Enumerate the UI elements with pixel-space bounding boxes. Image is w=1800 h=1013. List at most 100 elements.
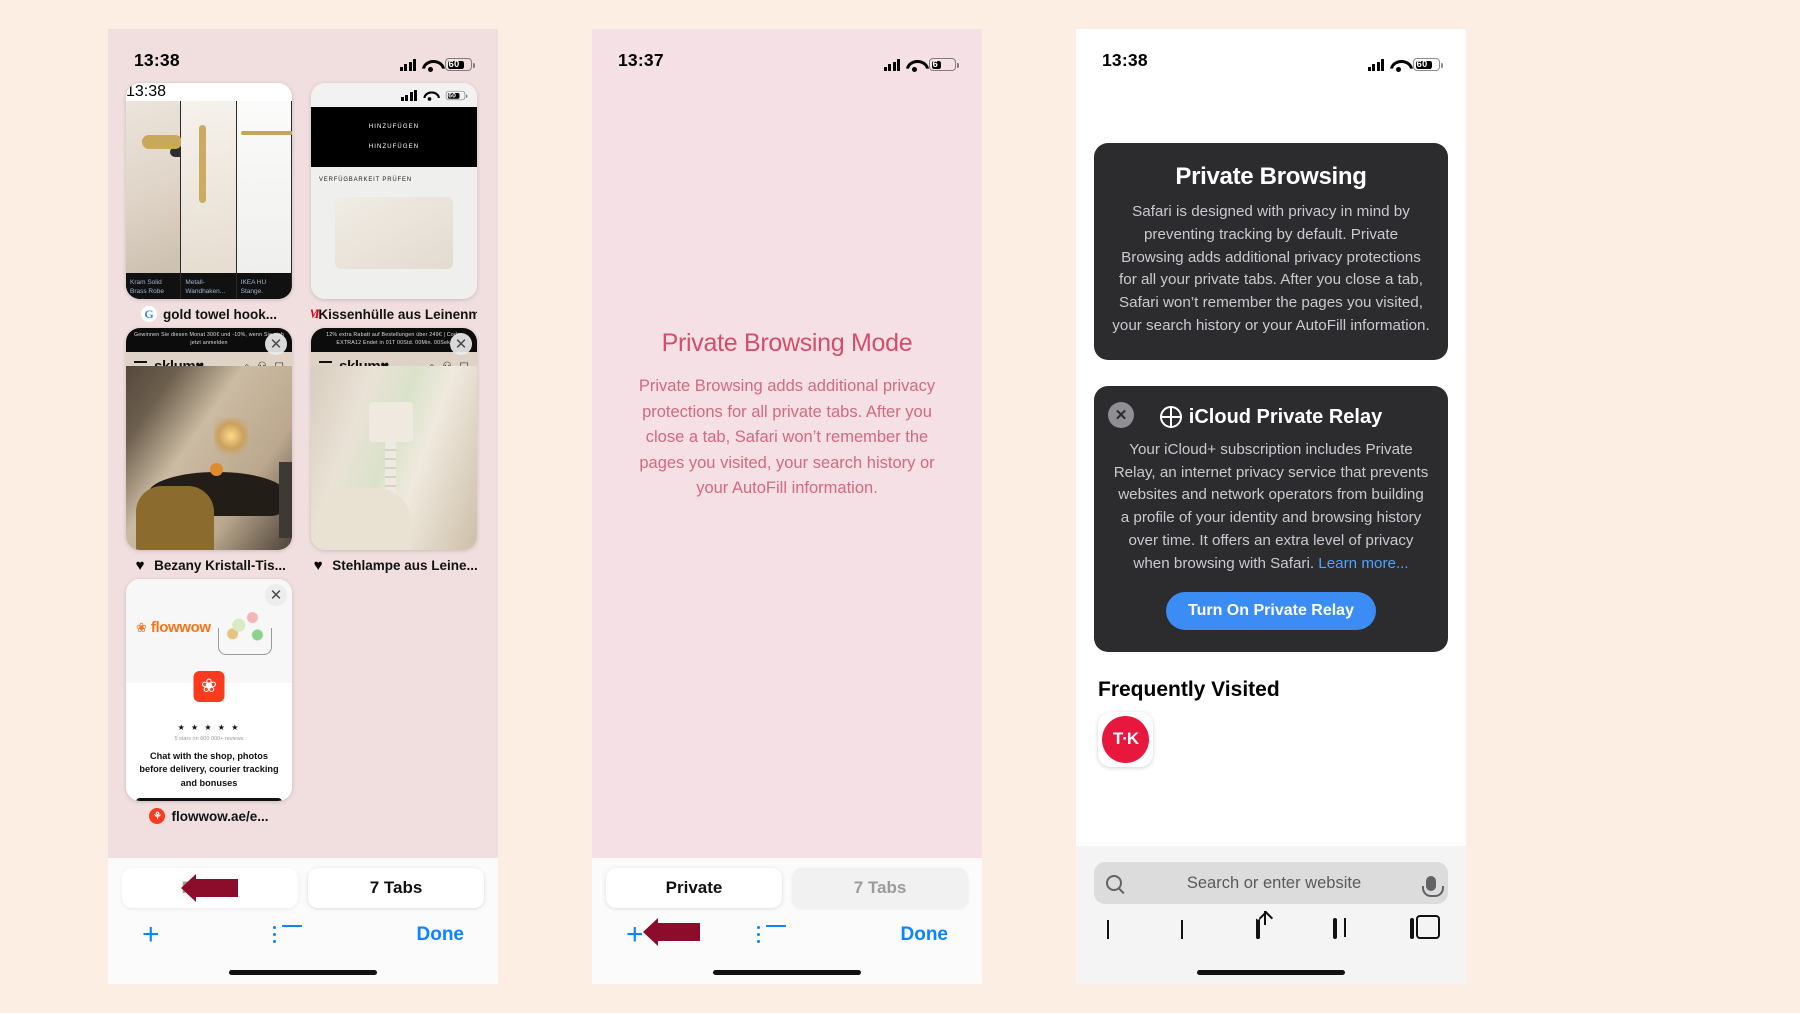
turn-on-private-relay-button[interactable]: Turn On Private Relay bbox=[1166, 591, 1376, 630]
status-time: 13:38 bbox=[134, 50, 180, 70]
side-promo-tab[interactable] bbox=[279, 462, 292, 538]
back-chevron-icon[interactable] bbox=[1102, 920, 1132, 946]
microphone-icon[interactable] bbox=[1422, 875, 1444, 897]
phone2-screen: 13:37 6 Private Browsing Mode Private Br… bbox=[592, 29, 982, 984]
battery-icon: 60 bbox=[445, 90, 468, 100]
heart-icon: ♥ bbox=[135, 557, 145, 573]
screenshot-canvas: 13:38 60 13:38 Kram Solid Brass Robe Met… bbox=[0, 0, 1800, 1013]
add-tab-icon[interactable]: + bbox=[626, 918, 644, 951]
status-indicators: 6 bbox=[883, 58, 959, 72]
private-mode-button[interactable]: Private bbox=[606, 868, 782, 908]
search-icon bbox=[1106, 875, 1122, 891]
wifi-icon bbox=[1390, 59, 1407, 72]
google-icon: G bbox=[141, 306, 157, 322]
phone3-screen: 13:38 60 Private Browsing Safari is desi… bbox=[1076, 29, 1466, 984]
thumb-black-band: HINZUFÜGEN HINZUFÜGEN bbox=[311, 107, 477, 167]
bottom-toolbar: Private 7 Tabs + Done bbox=[108, 858, 498, 984]
tab-card[interactable]: 60 HINZUFÜGEN HINZUFÜGEN VERFÜGBARKEIT P… bbox=[311, 83, 477, 322]
tab-thumbnail[interactable]: 13:38 Kram Solid Brass Robe Hook Metall-… bbox=[126, 83, 292, 299]
search-input[interactable]: Search or enter website bbox=[1130, 874, 1418, 893]
tab-label: ♥ Bezany Kristall-Tis... bbox=[126, 557, 292, 573]
tab-label: ⚘ flowwow.ae/e... bbox=[126, 808, 292, 824]
share-icon[interactable] bbox=[1256, 918, 1286, 946]
thumb-caption: IKEA HU Stange. bbox=[236, 273, 291, 299]
done-button[interactable]: Done bbox=[417, 924, 465, 946]
status-indicators: 60 bbox=[1367, 58, 1443, 72]
tab-card[interactable]: ✕ 12% extra Rabatt auf Bestellungen über… bbox=[311, 328, 477, 573]
bottom-toolbar: Private 7 Tabs + Done bbox=[592, 858, 982, 984]
tab-grid: 13:38 Kram Solid Brass Robe Hook Metall-… bbox=[108, 77, 498, 824]
status-bar: 13:37 6 bbox=[592, 29, 982, 77]
tab-thumbnail[interactable]: ✕ Gewinnen Sie diesen Monat 300€ und -10… bbox=[126, 328, 292, 550]
phone-screenshot-private-empty: 13:37 6 Private Browsing Mode Private Br… bbox=[592, 29, 982, 984]
battery-icon: 60 bbox=[445, 58, 475, 71]
status-time: 13:37 bbox=[618, 50, 664, 70]
browser-nav-bar bbox=[1076, 904, 1466, 946]
forward-chevron-icon[interactable] bbox=[1179, 920, 1209, 946]
wifi-icon bbox=[423, 91, 435, 101]
app-icon: ❀ bbox=[193, 671, 225, 702]
availability-label: VERFÜGBARKEIT PRÜFEN bbox=[319, 177, 412, 183]
bottom-toolbar: Search or enter website bbox=[1076, 846, 1466, 984]
thumb-page-body: VERFÜGBARKEIT PRÜFEN bbox=[311, 167, 477, 299]
tab-count-button[interactable]: 7 Tabs bbox=[308, 868, 484, 908]
home-indicator bbox=[229, 969, 377, 975]
page-body: Private Browsing adds additional privacy… bbox=[638, 377, 936, 498]
app-pitch: Chat with the shop, photos before delive… bbox=[139, 751, 279, 788]
add-tab-wrapper: + bbox=[626, 918, 700, 951]
icloud-private-relay-card: ✕ iCloud Private Relay Your iCloud+ subs… bbox=[1094, 385, 1448, 652]
relay-title: iCloud Private Relay bbox=[1188, 405, 1383, 428]
status-time: 13:38 bbox=[1102, 50, 1148, 70]
close-tab-icon[interactable]: ✕ bbox=[265, 333, 287, 355]
search-bar[interactable]: Search or enter website bbox=[1094, 862, 1448, 904]
tab-card[interactable]: 13:38 Kram Solid Brass Robe Hook Metall-… bbox=[126, 83, 292, 322]
home-indicator bbox=[713, 969, 861, 975]
flowwow-icon: ⚘ bbox=[149, 808, 166, 824]
tab-thumbnail[interactable]: 60 HINZUFÜGEN HINZUFÜGEN VERFÜGBARKEIT P… bbox=[311, 83, 477, 299]
battery-icon: 60 bbox=[1413, 58, 1443, 71]
private-mode-button[interactable]: Private bbox=[122, 868, 298, 908]
tab-count-button[interactable]: 7 Tabs bbox=[792, 868, 968, 908]
phone-screenshot-private-start-page: 13:38 60 Private Browsing Safari is desi… bbox=[1076, 29, 1466, 984]
battery-percent: 60 bbox=[448, 90, 456, 99]
battery-percent: 60 bbox=[1416, 58, 1428, 70]
frequently-visited-item[interactable]: T·K bbox=[1098, 711, 1153, 767]
tab-title: flowwow.ae/e... bbox=[171, 808, 269, 824]
close-tab-icon[interactable]: ✕ bbox=[450, 333, 472, 355]
band-label: HINZUFÜGEN bbox=[368, 144, 420, 150]
annotation-arrow bbox=[642, 917, 700, 947]
wifi-icon bbox=[906, 59, 923, 72]
cellular-bars-icon bbox=[883, 59, 900, 71]
flowwow-logo: ❀ flowwow bbox=[136, 619, 211, 636]
tab-list-icon[interactable] bbox=[757, 925, 787, 945]
get-the-app-button[interactable]: Get the app bbox=[136, 798, 282, 801]
bookmarks-icon[interactable] bbox=[1333, 918, 1363, 946]
tabs-icon[interactable] bbox=[1410, 918, 1440, 946]
tab-card[interactable]: ✕ ❀ flowwow ❀ ★ ★ ★ ★ ★ 5 stars on 600 0… bbox=[126, 579, 292, 824]
tab-list-icon[interactable] bbox=[273, 925, 303, 945]
phone1-screen: 13:38 60 13:38 Kram Solid Brass Robe Met… bbox=[108, 29, 498, 984]
home-indicator bbox=[1197, 969, 1345, 975]
tab-toolbar: + Done bbox=[108, 908, 498, 950]
tab-thumbnail[interactable]: ✕ ❀ flowwow ❀ ★ ★ ★ ★ ★ 5 stars on 600 0… bbox=[126, 579, 292, 801]
hero-image bbox=[311, 366, 477, 550]
done-button[interactable]: Done bbox=[901, 924, 949, 946]
tab-thumbnail[interactable]: ✕ 12% extra Rabatt auf Bestellungen über… bbox=[311, 328, 477, 550]
status-bar: 13:38 60 bbox=[108, 29, 498, 77]
hm-icon: H&M bbox=[311, 306, 320, 322]
card-body: Safari is designed with privacy in mind … bbox=[1112, 203, 1430, 334]
close-tab-icon[interactable]: ✕ bbox=[265, 584, 287, 606]
tab-count-label: 7 Tabs bbox=[369, 878, 423, 897]
close-circle-icon[interactable]: ✕ bbox=[1108, 401, 1134, 428]
thumb-status-bar: 60 bbox=[311, 83, 477, 107]
tab-card[interactable]: ✕ Gewinnen Sie diesen Monat 300€ und -10… bbox=[126, 328, 292, 573]
add-tab-icon[interactable]: + bbox=[142, 920, 160, 950]
tab-label: H&M Kissenhülle aus Leinenm... bbox=[311, 306, 477, 322]
cart-illustration bbox=[214, 599, 276, 657]
private-label: Private bbox=[665, 878, 723, 897]
battery-icon: 6 bbox=[929, 58, 959, 71]
hero-image bbox=[126, 366, 292, 550]
tab-title: Bezany Kristall-Tis... bbox=[154, 557, 286, 573]
learn-more-link[interactable]: Learn more... bbox=[1318, 555, 1408, 572]
tab-toolbar: + Done bbox=[592, 908, 982, 950]
